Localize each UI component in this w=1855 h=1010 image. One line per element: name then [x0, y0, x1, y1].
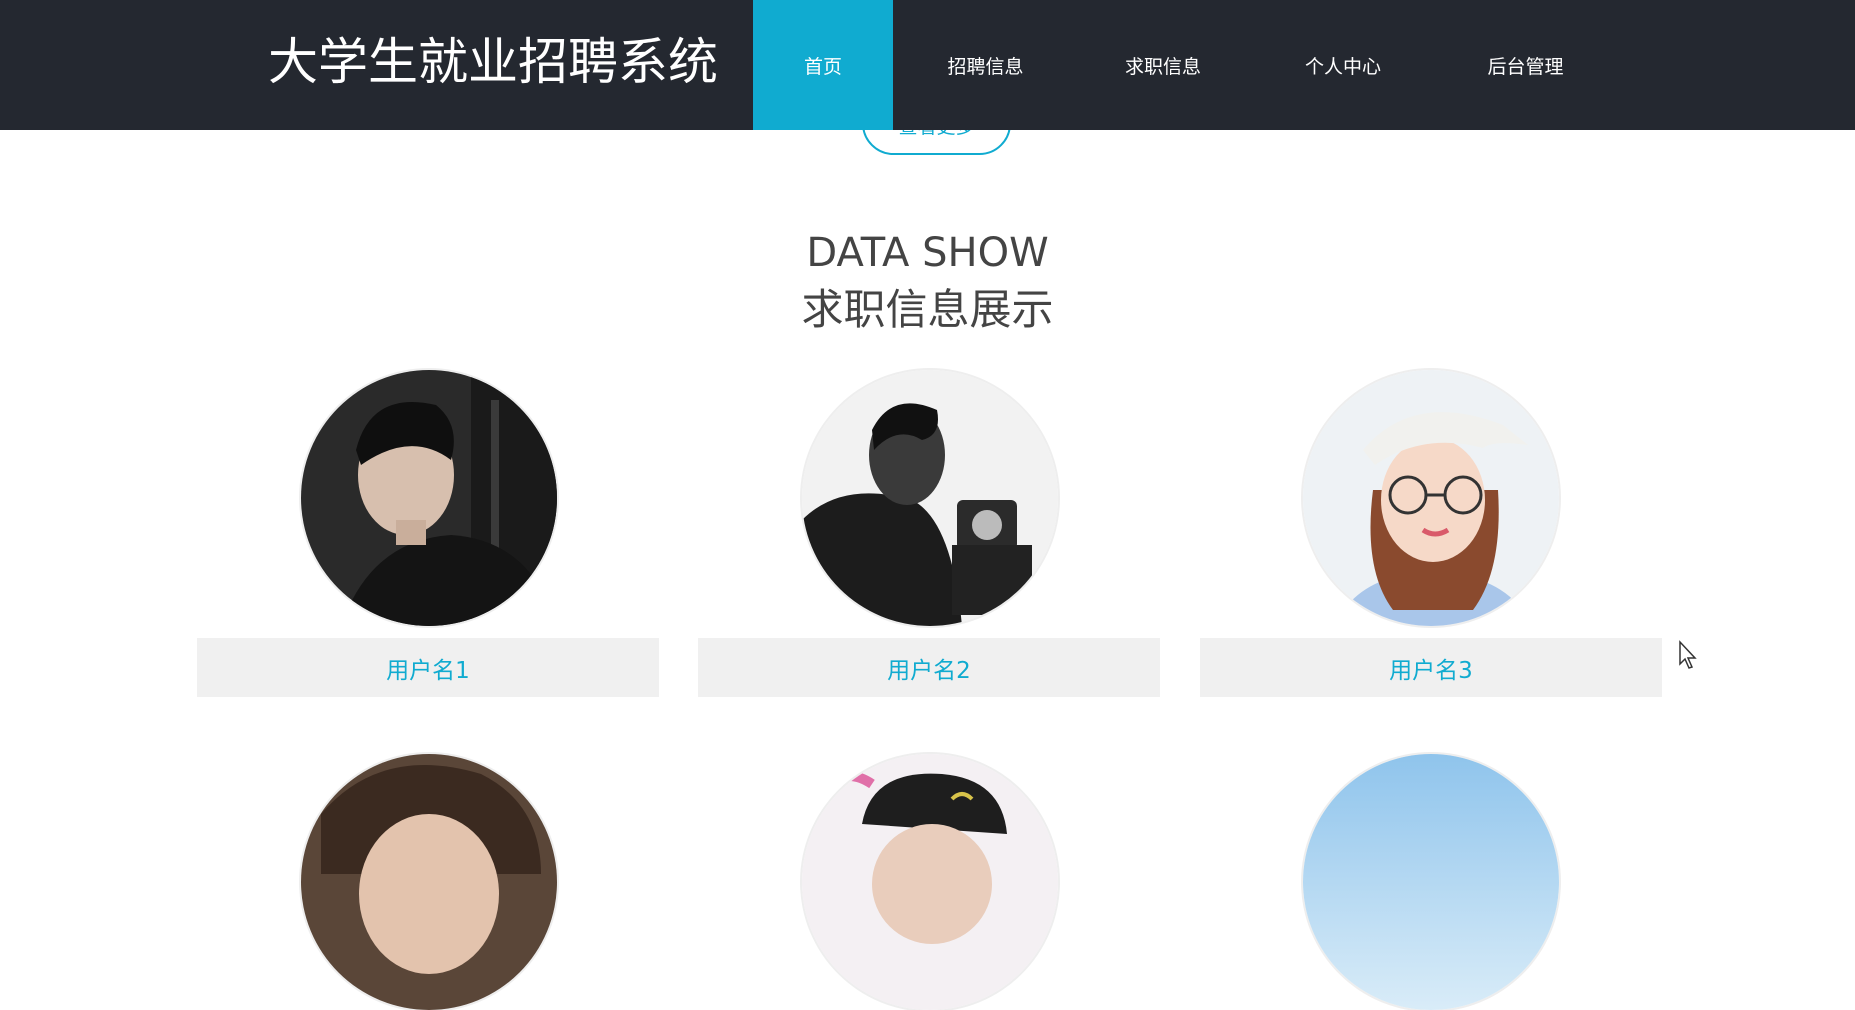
nav-item-home[interactable]: 首页: [753, 0, 893, 130]
nav-item-admin[interactable]: 后台管理: [1438, 0, 1613, 130]
section-title-chinese: 求职信息展示: [801, 285, 1054, 334]
mouse-cursor-icon: [1679, 640, 1697, 669]
nav-item-recruitment-info[interactable]: 招聘信息: [893, 0, 1078, 130]
user-name-3[interactable]: 用户名3: [1200, 638, 1662, 697]
user-avatar-1[interactable]: [301, 370, 557, 626]
user-avatar-6[interactable]: [1303, 754, 1559, 1010]
site-title[interactable]: 大学生就业招聘系统: [268, 30, 718, 94]
section-title-english: DATA SHOW: [806, 230, 1049, 276]
nav-item-personal-center[interactable]: 个人中心: [1248, 0, 1438, 130]
user-name-1[interactable]: 用户名1: [197, 638, 659, 697]
nav-item-job-seeking-info[interactable]: 求职信息: [1078, 0, 1248, 130]
avatar-photo-person-black-cap-icon: [802, 754, 1058, 1010]
avatar-photo-young-man-icon: [301, 370, 557, 626]
user-name-2[interactable]: 用户名2: [698, 638, 1160, 697]
avatar-photo-woman-cap-icon: [1303, 370, 1559, 626]
avatar-photo-sky-icon: [1303, 754, 1559, 1010]
user-avatar-2[interactable]: [802, 370, 1058, 626]
user-avatar-5[interactable]: [802, 754, 1058, 1010]
avatar-photo-young-man-hair-icon: [301, 754, 557, 1010]
top-navigation-bar: 大学生就业招聘系统 首页 招聘信息 求职信息 个人中心 后台管理: [0, 0, 1855, 130]
avatar-photo-man-camera-icon: [802, 370, 1058, 626]
user-avatar-4[interactable]: [301, 754, 557, 1010]
user-avatar-3[interactable]: [1303, 370, 1559, 626]
main-nav: 首页 招聘信息 求职信息 个人中心 后台管理: [753, 0, 1613, 130]
